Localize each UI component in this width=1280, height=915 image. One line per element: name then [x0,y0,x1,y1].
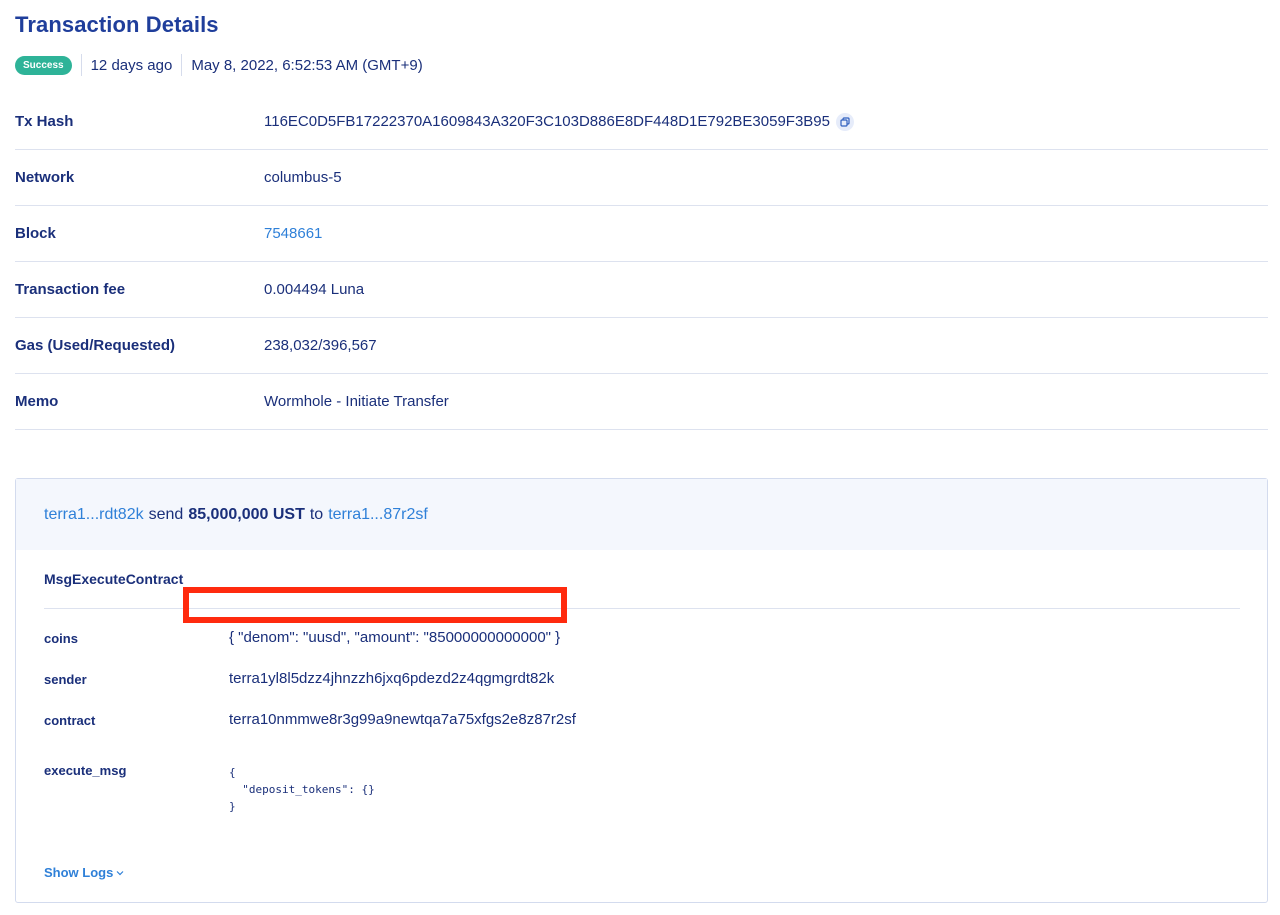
tx-hash-value: 116EC0D5FB17222370A1609843A320F3C103D886… [264,113,830,130]
message-summary: terra1...rdt82k send 85,000,000 UST to t… [16,479,1267,550]
tx-hash-value-wrapper: 116EC0D5FB17222370A1609843A320F3C103D886… [264,112,854,131]
detail-row-gas: Gas (Used/Requested) 238,032/396,567 [15,318,1268,374]
tx-hash-label: Tx Hash [15,113,74,130]
detail-row-fee: Transaction fee 0.004494 Luna [15,262,1268,318]
meta-divider [80,54,82,76]
detail-row-memo: Memo Wormhole - Initiate Transfer [15,374,1268,430]
summary-amount: 85,000,000 UST [188,505,305,523]
details-table: Tx Hash 116EC0D5FB17222370A1609843A320F3… [15,94,1268,430]
summary-preposition: to [309,505,324,523]
contract-label: contract [44,713,96,728]
gas-value: 238,032/396,567 [264,337,377,354]
detail-row-block: Block 7548661 [15,206,1268,262]
page-title: Transaction Details [15,12,219,37]
show-logs-button[interactable]: Show Logs [44,865,124,880]
contract-link[interactable]: terra10nmmwe8r3g99a9newtqa7a75xfgs2e8z87… [229,711,576,728]
execute-msg-value: { "deposit_tokens": {} } [229,766,375,813]
fee-value: 0.004494 Luna [264,281,365,298]
summary-verb: send [148,505,184,523]
memo-value: Wormhole - Initiate Transfer [264,393,449,410]
execute-msg-label: execute_msg [44,763,127,778]
show-logs-label: Show Logs [44,865,114,880]
fee-label: Transaction fee [15,281,126,298]
detail-row-tx-hash: Tx Hash 116EC0D5FB17222370A1609843A320F3… [15,94,1268,150]
sender-label: sender [44,672,87,687]
memo-label: Memo [15,393,59,410]
status-badge: Success [15,55,72,75]
relative-time: 12 days ago [90,56,173,74]
block-link[interactable]: 7548661 [264,225,322,242]
detail-row-network: Network columbus-5 [15,150,1268,206]
coins-label: coins [44,631,78,646]
chevron-down-icon [116,870,124,876]
meta-divider [181,54,183,76]
gas-label: Gas (Used/Requested) [15,337,176,354]
timestamp: May 8, 2022, 6:52:53 AM (GMT+9) [191,56,423,74]
block-label: Block [15,225,56,242]
network-value: columbus-5 [264,169,342,186]
network-label: Network [15,169,75,186]
transaction-meta: Success 12 days ago May 8, 2022, 6:52:53… [15,53,423,77]
coins-value: { "denom": "uusd", "amount": "8500000000… [229,629,561,646]
copy-icon[interactable] [835,112,854,131]
message-card: terra1...rdt82k send 85,000,000 UST to t… [15,478,1268,903]
summary-from-link[interactable]: terra1...rdt82k [44,506,144,524]
summary-to-link[interactable]: terra1...87r2sf [328,506,428,524]
sender-link[interactable]: terra1yl8l5dzz4jhnzzh6jxq6pdezd2z4qgmgrd… [229,670,554,687]
sender-highlight-box [183,587,567,623]
